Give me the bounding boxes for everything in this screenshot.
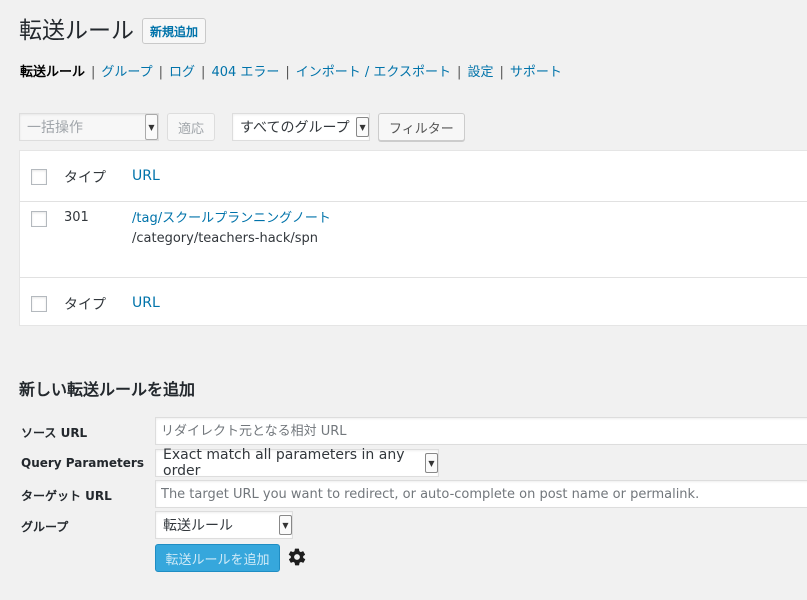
bulk-action-select[interactable]: 一括操作 ▼	[19, 113, 159, 141]
group-filter-value: すべてのグループ	[240, 120, 350, 136]
column-footer-url[interactable]: URL	[132, 295, 160, 311]
table-row: 301 /tag/スクールプランニングノート /category/teacher…	[20, 202, 807, 277]
add-rule-heading: 新しい転送ルールを追加	[19, 380, 196, 399]
chevron-down-icon: ▼	[356, 117, 370, 137]
nav-separator: |	[201, 65, 206, 80]
column-footer-type[interactable]: タイプ	[64, 294, 106, 314]
nav-separator: |	[499, 65, 504, 80]
row-source-url[interactable]: /tag/スクールプランニングノート	[132, 211, 331, 226]
tablenav-top: 一括操作 ▼ 適応 すべてのグループ ▼ フィルター	[19, 113, 465, 141]
column-header-url[interactable]: URL	[132, 168, 160, 184]
query-parameters-label: Query Parameters	[21, 456, 144, 470]
nav-item-options[interactable]: 設定	[467, 65, 493, 80]
chevron-down-icon: ▼	[145, 114, 158, 140]
nav-separator: |	[91, 65, 96, 80]
nav-item-log[interactable]: ログ	[169, 65, 195, 80]
select-all-checkbox-footer[interactable]	[31, 296, 47, 312]
query-parameters-select[interactable]: Exact match all parameters in any order …	[155, 447, 439, 479]
row-target-url: /category/teachers-hack/spn	[132, 231, 318, 246]
add-new-button[interactable]: 新規追加	[142, 18, 207, 44]
nav-item-support[interactable]: サポート	[510, 65, 562, 80]
nav-item-groups[interactable]: グループ	[101, 65, 152, 80]
redirects-table: タイプ URL 301 /tag/スクールプランニングノート /category…	[19, 150, 807, 326]
column-header-type[interactable]: タイプ	[64, 167, 106, 187]
chevron-down-icon: ▼	[279, 515, 292, 535]
select-all-checkbox[interactable]	[31, 169, 47, 185]
row-checkbox[interactable]	[31, 211, 47, 227]
target-url-label: ターゲット URL	[21, 489, 112, 503]
bulk-action-value: 一括操作	[27, 120, 83, 136]
page-header: 転送ルール 新規追加	[19, 16, 207, 46]
row-type: 301	[64, 210, 89, 225]
apply-button[interactable]: 適応	[167, 113, 216, 141]
nav-item-import-export[interactable]: インポート / エクスポート	[296, 65, 451, 80]
source-url-label: ソース URL	[21, 426, 88, 440]
group-label: グループ	[21, 520, 69, 534]
nav-item-redirects[interactable]: 転送ルール	[20, 65, 85, 80]
group-select[interactable]: 転送ルール ▼	[155, 511, 293, 539]
nav-separator: |	[285, 65, 290, 80]
page-title: 転送ルール	[19, 18, 134, 44]
query-parameters-value: Exact match all parameters in any order	[163, 447, 405, 479]
row-url-cell: /tag/スクールプランニングノート /category/teachers-ha…	[132, 209, 331, 249]
nav-separator: |	[158, 65, 164, 80]
add-redirect-button[interactable]: 転送ルールを追加	[155, 544, 280, 572]
nav-separator: |	[457, 65, 462, 80]
table-footer-row: タイプ URL	[20, 277, 807, 327]
filter-button[interactable]: フィルター	[378, 113, 465, 141]
chevron-down-icon: ▼	[425, 453, 438, 473]
group-filter-select[interactable]: すべてのグループ ▼	[232, 113, 371, 141]
target-url-input[interactable]	[155, 480, 807, 508]
source-url-input[interactable]	[155, 417, 807, 445]
gear-icon[interactable]	[287, 547, 307, 567]
subsubsub-nav: 転送ルール | グループ | ログ | 404 エラー | インポート / エクスポート | 設定 |…	[20, 61, 562, 80]
nav-item-404[interactable]: 404 エラー	[211, 65, 279, 80]
table-header-row: タイプ URL	[20, 151, 807, 202]
group-select-value: 転送ルール	[163, 518, 233, 534]
